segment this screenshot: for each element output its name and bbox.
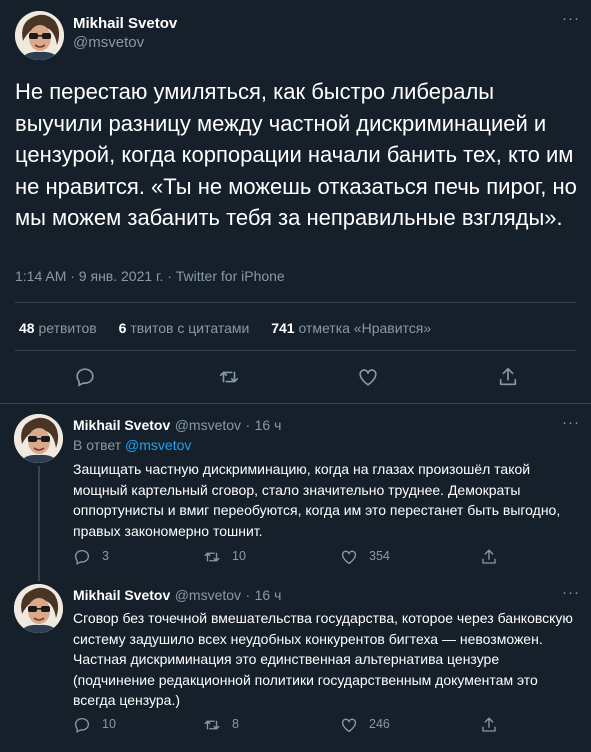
replies-count: 3 xyxy=(102,549,109,563)
divider xyxy=(15,302,576,303)
author-handle[interactable]: @msvetov xyxy=(73,34,144,51)
main-tweet: Mikhail Svetov @msvetov ··· Не перестаю … xyxy=(0,0,591,404)
reply-icon xyxy=(74,549,90,565)
reply-header: Mikhail Svetov @msvetov · 16 ч xyxy=(73,587,281,605)
author-handle[interactable]: @msvetov xyxy=(175,587,241,603)
author-handle[interactable]: @msvetov xyxy=(175,417,241,433)
tweet-text: Сговор без точечной вмешательства госуда… xyxy=(73,610,573,708)
more-icon[interactable]: ··· xyxy=(562,10,580,27)
avatar-image xyxy=(15,11,64,60)
likes-stat[interactable]: 741 отметка «Нравится» xyxy=(271,320,431,336)
author-name[interactable]: Mikhail Svetov xyxy=(73,417,170,433)
reply-header: Mikhail Svetov @msvetov · 16 ч xyxy=(73,417,281,435)
separator: · xyxy=(245,417,251,433)
retweets-count: 48 xyxy=(19,320,35,336)
reply-tweet[interactable]: Mikhail Svetov @msvetov · 16 ч ··· Сгово… xyxy=(0,576,591,752)
retweets-stat[interactable]: 48 ретвитов xyxy=(19,320,101,336)
reply-icon[interactable] xyxy=(74,366,96,388)
share-icon[interactable] xyxy=(497,366,519,388)
likes-count: 246 xyxy=(369,717,390,731)
tweet-stats: 48 ретвитов 6 твитов с цитатами 741 отме… xyxy=(19,320,449,336)
like-icon xyxy=(341,550,357,565)
retweet-icon xyxy=(204,720,220,730)
reply-tweet[interactable]: Mikhail Svetov @msvetov · 16 ч ··· В отв… xyxy=(0,404,591,581)
avatar-image xyxy=(14,584,63,633)
replies-count: 10 xyxy=(102,717,116,731)
more-icon[interactable]: ··· xyxy=(562,584,580,601)
reply-icon xyxy=(74,717,90,733)
author-name[interactable]: Mikhail Svetov xyxy=(73,587,170,603)
separator: · xyxy=(245,587,251,603)
retweets-count: 10 xyxy=(232,549,246,563)
likes-count: 741 xyxy=(271,320,295,336)
share-icon xyxy=(482,549,496,564)
reply-to: В ответ @msvetov xyxy=(73,437,191,453)
timestamp[interactable]: 16 ч xyxy=(255,417,282,433)
avatar[interactable] xyxy=(14,584,63,633)
quotes-count: 6 xyxy=(118,320,127,336)
avatar[interactable] xyxy=(14,414,63,463)
share-icon xyxy=(482,717,496,732)
retweets-count: 8 xyxy=(232,717,239,731)
quotes-stat[interactable]: 6 твитов с цитатами xyxy=(119,320,254,336)
tweet-text: Не перестаю умиляться, как быстро либера… xyxy=(15,79,577,230)
likes-count: 354 xyxy=(369,549,390,563)
avatar-image xyxy=(14,414,63,463)
retweet-icon xyxy=(204,552,220,562)
divider xyxy=(15,350,576,351)
like-icon[interactable] xyxy=(357,366,379,388)
avatar[interactable] xyxy=(15,11,64,60)
quotes-label: твитов с цитатами xyxy=(130,320,250,336)
tweet-actions xyxy=(0,366,591,390)
likes-label: отметка «Нравится» xyxy=(298,320,432,336)
timestamp[interactable]: 16 ч xyxy=(255,587,282,603)
reply-to-handle[interactable]: @msvetov xyxy=(125,437,191,453)
more-icon[interactable]: ··· xyxy=(562,414,580,431)
tweet-meta[interactable]: 1:14 AM · 9 янв. 2021 г. · Twitter for i… xyxy=(15,268,285,284)
retweets-label: ретвитов xyxy=(38,320,97,336)
tweet-text: Защищать частную дискриминацию, когда на… xyxy=(73,461,561,539)
retweet-icon[interactable] xyxy=(218,366,240,388)
reply-to-prefix: В ответ xyxy=(73,437,122,453)
thread-line xyxy=(38,466,40,581)
author-name[interactable]: Mikhail Svetov xyxy=(73,15,177,32)
like-icon xyxy=(341,718,357,733)
